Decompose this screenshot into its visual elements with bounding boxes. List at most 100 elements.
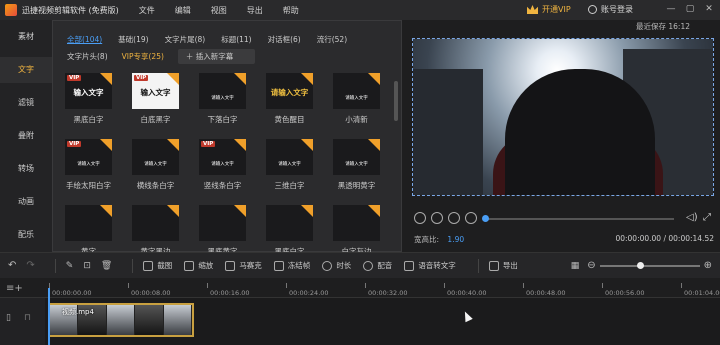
maximize-button[interactable]: ▢ [683,3,697,16]
sidebar-item-text[interactable]: 文字 [0,57,52,83]
template-card[interactable]: 黄字 [65,205,112,257]
zoom-out-icon[interactable]: ⊖ [587,260,595,271]
template-card[interactable]: 黄字黑边 [132,205,179,257]
tab-vip[interactable]: VIP专享(25) [122,51,164,62]
download-icon[interactable] [100,73,112,85]
video-preview[interactable] [412,38,714,196]
download-icon[interactable] [368,205,380,217]
duration-tool[interactable]: 时长 [322,260,351,271]
fullscreen-icon[interactable]: ⤢ [703,212,711,223]
zoom-slider[interactable] [599,261,700,269]
download-icon[interactable] [100,205,112,217]
dubbing-tool[interactable]: 配音 [363,260,392,271]
tab-opening[interactable]: 文字片头(8) [67,51,108,62]
tab-dialog[interactable]: 对话框(6) [268,34,301,45]
menu-export[interactable]: 导出 [247,5,263,16]
playhead[interactable] [48,288,50,345]
sidebar-item-media[interactable]: 素材 [0,24,52,50]
aspect-ratio-value[interactable]: 1.90 [447,235,464,244]
insert-subtitle-button[interactable]: ＋ 插入新字幕 [177,49,256,64]
aspect-ratio: 宽高比: 1.90 [414,234,464,245]
download-icon[interactable] [368,139,380,151]
template-card[interactable]: 请输入文字 下落白字 [199,73,246,125]
template-card[interactable]: 请输入文字 黑透明黄字 [333,139,380,191]
zoom-tool[interactable]: 缩放 [184,260,213,271]
template-card[interactable]: 黑底白字 [266,205,313,257]
play-button[interactable] [431,212,443,224]
sidebar-item-filter[interactable]: 滤镜 [0,90,52,116]
minimize-button[interactable]: — [664,3,678,16]
template-card[interactable]: 请输入文字 黄色醒目 [266,73,313,125]
template-card[interactable]: 白字灰边 [333,205,380,257]
vip-button[interactable]: 开通VIP [527,4,571,15]
download-icon[interactable] [167,139,179,151]
export-tool[interactable]: 导出 [488,260,518,271]
template-thumbnail-text: 输入文字 [73,88,104,97]
template-card[interactable]: 请输入文字 VIP 竖线条白字 [199,139,246,191]
split-icon[interactable]: ✎ [66,261,74,271]
download-icon[interactable] [301,139,313,151]
login-button[interactable]: 账号登录 [588,4,633,15]
speech-to-text-tool[interactable]: 语音转文字 [404,260,456,271]
library-scrollbar[interactable] [394,81,398,121]
next-frame-button[interactable] [448,212,460,224]
template-card[interactable]: 输入文字 VIP 黑底白字 [65,73,112,125]
track-lock-icon[interactable]: ⊓ [24,313,31,323]
template-card[interactable]: 请输入文字 三维白字 [266,139,313,191]
volume-icon[interactable]: ◁) [686,212,698,223]
download-icon[interactable] [234,205,246,217]
download-icon[interactable] [301,73,313,85]
screenshot-tool[interactable]: 截图 [143,260,172,271]
template-card[interactable]: 请输入文字 小清新 [333,73,380,125]
download-icon[interactable] [167,205,179,217]
download-icon[interactable] [301,205,313,217]
menu-edit[interactable]: 编辑 [175,5,191,16]
sidebar-item-music[interactable]: 配乐 [0,222,52,248]
close-button[interactable]: ✕ [702,3,716,16]
tab-title[interactable]: 标题(11) [221,34,251,45]
stop-button[interactable] [465,212,477,224]
download-icon[interactable] [368,73,380,85]
freeze-label: 冻结帧 [287,261,311,270]
menu-file[interactable]: 文件 [139,5,155,16]
mosaic-icon [225,260,236,271]
tab-ending[interactable]: 文字片尾(8) [165,34,206,45]
playback-progress[interactable] [482,215,674,222]
track-video-icon[interactable]: ▯ [6,313,11,323]
template-thumbnail [199,205,246,241]
zoom-slider-knob[interactable] [636,261,644,269]
download-icon[interactable] [167,73,179,85]
zoom-in-icon[interactable]: ⊕ [704,260,712,271]
download-icon[interactable] [234,73,246,85]
crop-icon[interactable]: ⊡ [83,261,91,271]
template-card[interactable]: 输入文字 VIP 白底黑字 [132,73,179,125]
download-icon[interactable] [234,139,246,151]
tab-popular[interactable]: 流行(52) [317,34,347,45]
timeline-ruler[interactable]: ≡+ 00:00:00.00 00:00:08.00 00:00:16.00 00:0… [0,278,720,298]
template-label: 白底黑字 [140,115,171,124]
tab-basic[interactable]: 基础(19) [118,34,148,45]
download-icon[interactable] [100,139,112,151]
video-clip[interactable]: 视频.mp4 [48,303,194,337]
menu-help[interactable]: 帮助 [283,5,299,16]
undo-icon[interactable]: ↶ [8,260,16,271]
menu-view[interactable]: 视图 [211,5,227,16]
tab-all[interactable]: 全部(104) [67,34,102,45]
vip-badge: VIP [201,141,216,147]
sidebar-item-overlay[interactable]: 叠附 [0,123,52,149]
mosaic-tool[interactable]: 马赛克 [225,260,262,271]
template-thumbnail: 请输入文字 [333,139,380,175]
progress-knob[interactable] [482,215,489,222]
sidebar-item-transition[interactable]: 转场 [0,156,52,182]
delete-icon[interactable]: 🗑 [101,261,112,271]
template-card[interactable]: 请输入文字 横线条白字 [132,139,179,191]
template-card[interactable]: 请输入文字 VIP 手绘太阳白字 [65,139,112,191]
template-card[interactable]: 黑底黄字 [199,205,246,257]
prev-frame-button[interactable] [414,212,426,224]
template-label: 竖线条白字 [203,181,242,190]
add-track-icon[interactable]: ≡+ [6,283,23,294]
fit-icon[interactable]: ▦ [571,261,580,271]
redo-icon[interactable]: ↷ [26,260,34,271]
freeze-tool[interactable]: 冻结帧 [273,260,311,271]
sidebar-item-animation[interactable]: 动画 [0,189,52,215]
